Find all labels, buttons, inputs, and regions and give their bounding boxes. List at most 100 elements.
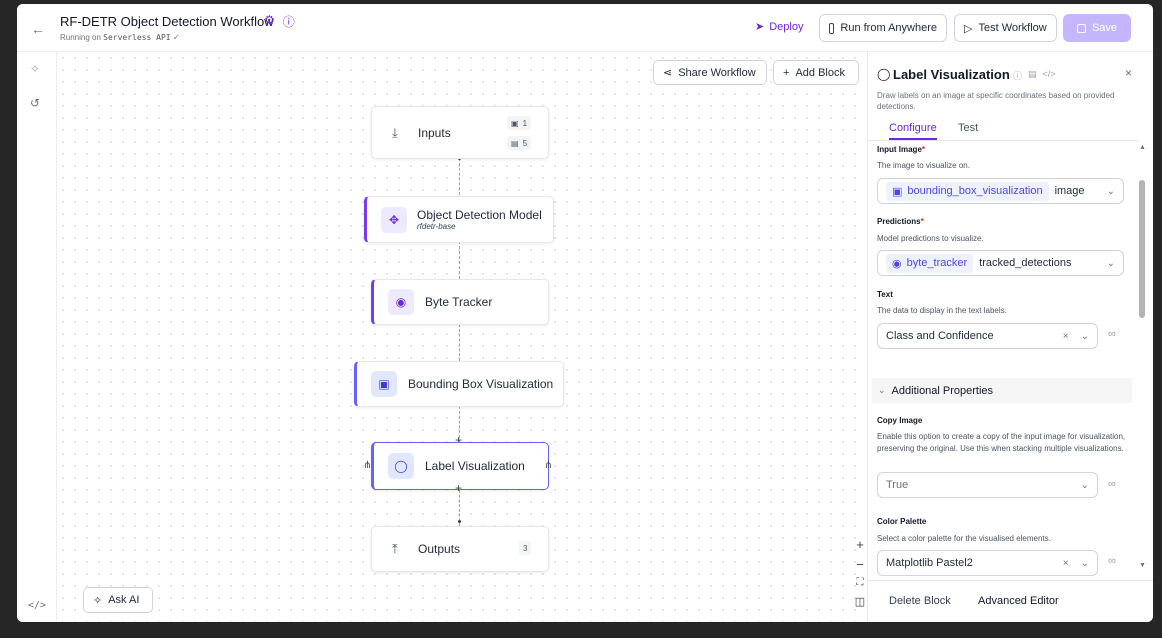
- node-object-detection-label: Object Detection Model: [417, 208, 542, 222]
- history-icon[interactable]: ↺: [30, 96, 40, 110]
- code-icon[interactable]: </>: [28, 600, 46, 611]
- code-icon[interactable]: </>: [1043, 69, 1056, 82]
- help-icon[interactable]: ⓘ: [1013, 69, 1022, 82]
- run-anywhere-button[interactable]: Run from Anywhere: [819, 14, 947, 42]
- text-select[interactable]: Class and Confidence × ⌄: [877, 323, 1098, 349]
- node-label-vis-label: Label Visualization: [425, 459, 525, 473]
- save-label: Save: [1091, 22, 1118, 34]
- play-icon: ▷: [964, 22, 973, 35]
- deploy-button[interactable]: ➤ Deploy: [755, 20, 803, 34]
- settings-icon[interactable]: ⚙: [264, 13, 275, 30]
- network-icon: ✥: [381, 206, 407, 233]
- docs-icon[interactable]: ▤: [1028, 69, 1037, 82]
- text-value: Class and Confidence: [886, 330, 994, 342]
- zoom-out-icon[interactable]: −: [854, 557, 866, 572]
- scrollbar[interactable]: [1138, 142, 1145, 572]
- fit-view-icon[interactable]: ⛶: [854, 577, 866, 588]
- tag-icon: ◯: [388, 453, 414, 479]
- title-icons: ⚙ ⓘ: [264, 13, 295, 30]
- node-byte-tracker[interactable]: ◉ Byte Tracker: [371, 279, 549, 325]
- copy-image-value: True: [886, 479, 909, 491]
- predictions-hint: Model predictions to visualize.: [877, 234, 984, 243]
- advanced-editor-button[interactable]: Advanced Editor: [978, 595, 1059, 607]
- workflow-canvas[interactable]: ⋖ Share Workflow + Add Block ⤓ Inputs ▣ …: [57, 52, 865, 622]
- tag-icon: ◯: [877, 67, 891, 81]
- scrollbar-thumb[interactable]: [1139, 180, 1145, 318]
- save-icon: [1076, 23, 1086, 33]
- scroll-down-icon[interactable]: ▼: [1139, 562, 1146, 569]
- help-icon[interactable]: ⓘ: [283, 13, 295, 30]
- predictions-select[interactable]: ◉ byte_tracker tracked_detections ⌄: [877, 250, 1124, 276]
- node-inputs-label: Inputs: [418, 125, 451, 140]
- copy-image-select[interactable]: True ⌄: [877, 472, 1098, 498]
- close-icon[interactable]: ×: [1125, 66, 1132, 80]
- input-image-select[interactable]: ▣ bounding_box_visualization image ⌄: [877, 178, 1124, 204]
- tab-test[interactable]: Test: [958, 122, 978, 134]
- add-after-icon[interactable]: +: [455, 481, 462, 495]
- node-bounding-box-visualization[interactable]: ▣ Bounding Box Visualization: [354, 361, 564, 407]
- branch-right-icon[interactable]: ⋔: [544, 460, 552, 471]
- predictions-value: tracked_detections: [979, 257, 1072, 269]
- node-inputs[interactable]: ⤓ Inputs: [371, 106, 549, 159]
- node-object-detection-model: rfdetr-base: [417, 222, 456, 231]
- sparkles-icon: ✧: [93, 594, 103, 607]
- sparkles-icon[interactable]: ✧: [30, 62, 40, 76]
- chevron-down-icon: ⌄: [1080, 479, 1089, 491]
- run-target-prefix: Running on: [60, 33, 101, 42]
- panel-title-icons: ⓘ ▤ </>: [1013, 69, 1056, 82]
- branch-left-icon[interactable]: ⋔: [363, 460, 371, 471]
- check-icon: ✓: [172, 33, 180, 42]
- edge: [459, 241, 460, 279]
- clear-icon[interactable]: ×: [1063, 558, 1069, 569]
- predictions-label: Predictions*: [877, 217, 924, 226]
- footer-divider: [868, 580, 1153, 581]
- block-config-panel: ◯ Label Visualization ⓘ ▤ </> × Draw lab…: [867, 52, 1153, 622]
- input-image-label: Input Image*: [877, 145, 926, 154]
- output-count: 3: [523, 543, 528, 553]
- additional-properties-toggle[interactable]: ⌄ Additional Properties: [872, 378, 1132, 403]
- predictions-chip: ◉ byte_tracker: [886, 253, 974, 273]
- copy-image-hint: Enable this option to create a copy of t…: [877, 432, 1126, 453]
- color-palette-select[interactable]: Matplotlib Pastel2 × ⌄: [877, 550, 1098, 576]
- header: ← RF-DETR Object Detection Workflow ⚙ ⓘ …: [17, 4, 1153, 52]
- copy-image-label: Copy Image: [877, 416, 923, 425]
- node-object-detection[interactable]: ✥ Object Detection Model rfdetr-base: [364, 196, 554, 243]
- run-anywhere-label: Run from Anywhere: [840, 22, 937, 34]
- target-icon: ◉: [388, 289, 414, 315]
- color-palette-hint: Select a color palette for the visualise…: [877, 534, 1051, 543]
- input-image-chip: ▣ bounding_box_visualization: [886, 181, 1049, 201]
- test-workflow-button[interactable]: ▷ Test Workflow: [954, 14, 1057, 42]
- add-block-button[interactable]: + Add Block: [773, 60, 859, 85]
- link-icon[interactable]: ∞: [1108, 478, 1116, 490]
- ask-ai-button[interactable]: ✧ Ask AI: [83, 587, 153, 613]
- input-image-value: image: [1054, 185, 1085, 197]
- link-icon[interactable]: ∞: [1108, 555, 1116, 567]
- color-palette-value: Matplotlib Pastel2: [886, 557, 973, 569]
- back-arrow-icon[interactable]: ←: [31, 21, 45, 37]
- connector-dot: [458, 520, 461, 523]
- edge: [459, 324, 460, 361]
- edge: [459, 158, 460, 200]
- rocket-icon: ➤: [755, 21, 765, 33]
- link-icon[interactable]: ∞: [1108, 328, 1116, 340]
- download-icon: ⤓: [392, 124, 398, 140]
- node-outputs-label: Outputs: [418, 542, 461, 556]
- tab-configure[interactable]: Configure: [889, 122, 937, 140]
- minimap-icon[interactable]: ◫: [854, 595, 866, 608]
- chevron-down-icon: ⌄: [1106, 257, 1115, 269]
- device-icon: [829, 22, 835, 34]
- color-palette-label: Color Palette: [877, 517, 927, 526]
- add-block-label: Add Block: [795, 66, 845, 79]
- share-workflow-button[interactable]: ⋖ Share Workflow: [653, 60, 767, 85]
- param-count: 5: [522, 138, 528, 148]
- zoom-in-icon[interactable]: +: [854, 537, 866, 552]
- clear-icon[interactable]: ×: [1063, 331, 1069, 342]
- delete-block-button[interactable]: Delete Block: [889, 595, 951, 607]
- panel-description: Draw labels on an image at specific coor…: [877, 91, 1115, 111]
- save-button[interactable]: Save: [1063, 14, 1131, 42]
- image-icon: ▣: [511, 118, 519, 128]
- image-icon: ▣: [892, 185, 903, 198]
- app-window: ← RF-DETR Object Detection Workflow ⚙ ⓘ …: [17, 4, 1153, 622]
- run-target: Running on Serverless API ✓: [60, 33, 180, 42]
- ask-ai-label: Ask AI: [108, 594, 140, 606]
